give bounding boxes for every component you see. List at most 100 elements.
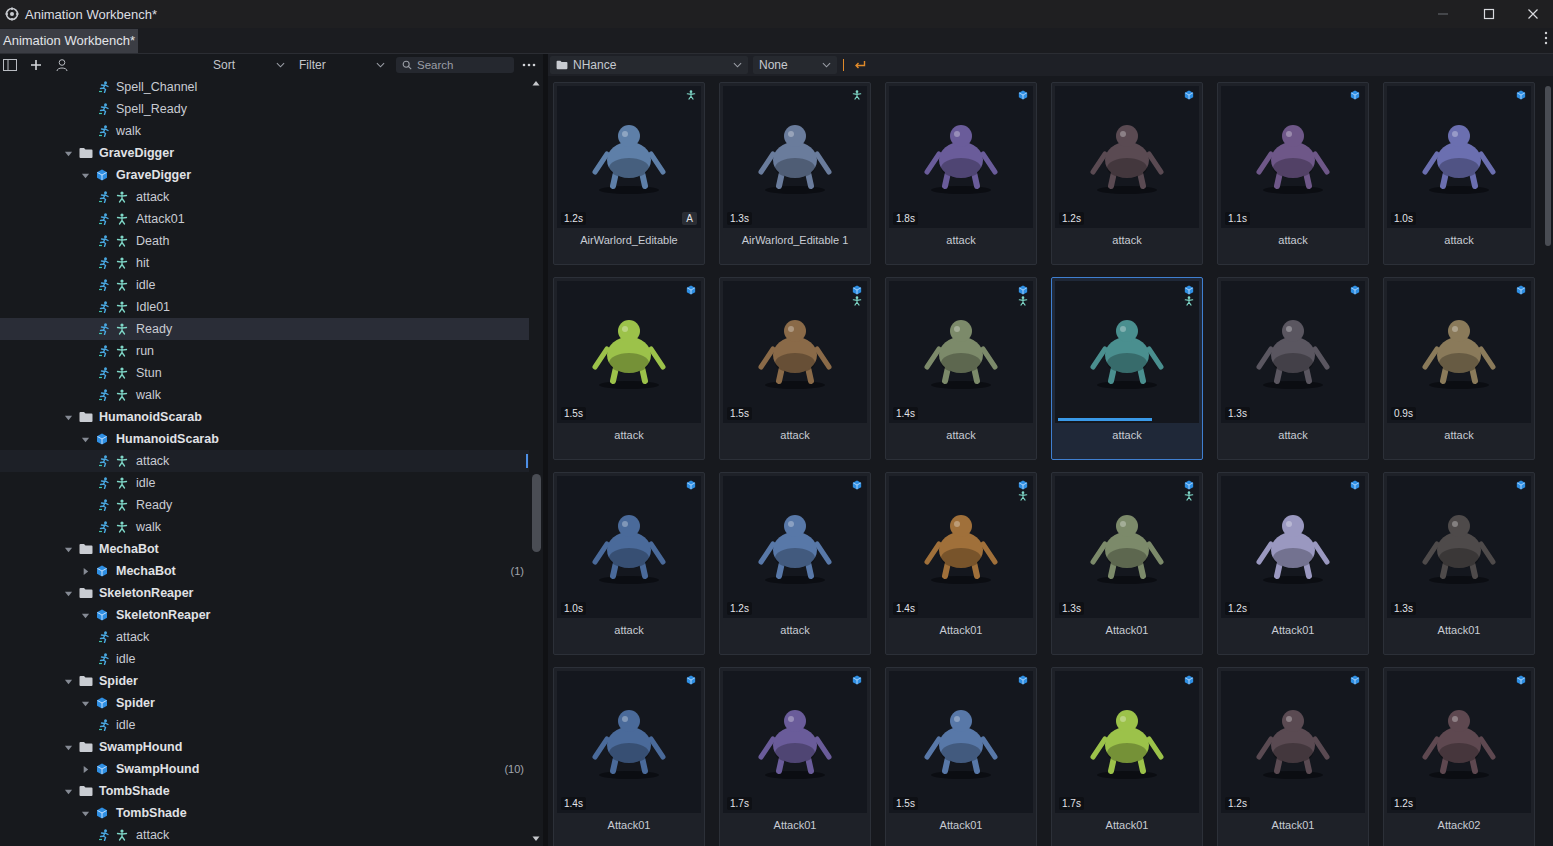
- tree-item[interactable]: Ready: [0, 318, 529, 340]
- creature-preview: [1387, 281, 1531, 423]
- animation-card[interactable]: 1.2sAttack01: [1217, 472, 1369, 655]
- animation-card[interactable]: 1.3sattack: [1217, 277, 1369, 460]
- scroll-thumb[interactable]: [1545, 86, 1551, 246]
- tree-item[interactable]: attack: [0, 450, 529, 472]
- tree-item[interactable]: MechaBot: [0, 538, 529, 560]
- tree-item[interactable]: idle: [0, 274, 529, 296]
- expand-caret-icon[interactable]: [64, 545, 73, 554]
- expand-caret-icon[interactable]: [81, 567, 90, 576]
- tree-item[interactable]: Stun: [0, 362, 529, 384]
- tree-item[interactable]: TombShade: [0, 780, 529, 802]
- tree-item[interactable]: Spider: [0, 670, 529, 692]
- tree-item[interactable]: idle: [0, 714, 529, 736]
- add-icon[interactable]: [29, 58, 43, 72]
- tree-item[interactable]: Ready: [0, 494, 529, 516]
- tree-item[interactable]: walk: [0, 384, 529, 406]
- more-options-icon[interactable]: [1544, 31, 1548, 45]
- filter-dropdown[interactable]: Filter: [291, 56, 391, 74]
- tree-item[interactable]: hit: [0, 252, 529, 274]
- playback-progress: [1058, 418, 1196, 421]
- animation-card[interactable]: 1.5sattack: [553, 277, 705, 460]
- tree-item[interactable]: Idle01: [0, 296, 529, 318]
- tree-item[interactable]: Spider: [0, 692, 529, 714]
- animation-card[interactable]: 1.8sattack: [885, 82, 1037, 265]
- animation-card[interactable]: 1.2sAttack01: [1217, 667, 1369, 846]
- animation-card[interactable]: 1.1sattack: [1217, 82, 1369, 265]
- tree-item[interactable]: attack: [0, 626, 529, 648]
- expand-caret-icon[interactable]: [81, 171, 90, 180]
- animation-card[interactable]: 1.3sAirWarlord_Editable 1: [719, 82, 871, 265]
- expand-caret-icon[interactable]: [64, 787, 73, 796]
- tree-item[interactable]: GraveDigger: [0, 142, 529, 164]
- sort-dropdown[interactable]: Sort: [205, 56, 291, 74]
- search-field[interactable]: Search: [396, 57, 514, 73]
- user-icon[interactable]: [55, 58, 69, 72]
- tree-item[interactable]: Spell_Channel: [0, 76, 529, 98]
- creature-preview: [723, 671, 867, 813]
- expand-caret-icon[interactable]: [81, 435, 90, 444]
- tree-item[interactable]: SkeletonReaper: [0, 582, 529, 604]
- tree-item[interactable]: TombShade: [0, 802, 529, 824]
- type-filter-dropdown[interactable]: None: [753, 56, 837, 74]
- scroll-down-icon[interactable]: [532, 836, 540, 842]
- minimize-button[interactable]: [1420, 0, 1466, 28]
- animation-card[interactable]: 1.4sAttack01: [885, 472, 1037, 655]
- expand-caret-icon[interactable]: [64, 677, 73, 686]
- expand-caret-icon[interactable]: [64, 149, 73, 158]
- animation-card[interactable]: 1.2sattack: [1051, 82, 1203, 265]
- grid-scrollbar[interactable]: [1545, 76, 1553, 846]
- animation-card[interactable]: 1.0sattack: [553, 472, 705, 655]
- folder-dropdown[interactable]: NHance: [550, 56, 748, 74]
- tree-item[interactable]: HumanoidScarab: [0, 406, 529, 428]
- animation-card[interactable]: 1.4sattack: [885, 277, 1037, 460]
- animation-card[interactable]: 1.3sAttack01: [1051, 472, 1203, 655]
- tree-scrollbar[interactable]: [529, 76, 543, 846]
- tree-item[interactable]: Death: [0, 230, 529, 252]
- animation-card[interactable]: 1.7sAttack01: [1051, 667, 1203, 846]
- animation-card[interactable]: 1.4sAttack01: [553, 667, 705, 846]
- animation-name: AirWarlord_Editable 1: [723, 228, 867, 246]
- more-button[interactable]: [514, 63, 543, 67]
- animation-card[interactable]: 1.2sattack: [719, 472, 871, 655]
- animation-card[interactable]: 1.7sAttack01: [719, 667, 871, 846]
- tree-item[interactable]: SwampHound: [0, 736, 529, 758]
- animation-card[interactable]: 0.9sattack: [1383, 277, 1535, 460]
- expand-caret-icon[interactable]: [81, 699, 90, 708]
- close-button[interactable]: [1512, 0, 1553, 28]
- expand-caret-icon[interactable]: [81, 809, 90, 818]
- tree-item[interactable]: run: [0, 340, 529, 362]
- toggle-panel-icon[interactable]: [3, 58, 17, 72]
- animation-card[interactable]: 1.5sAttack01: [885, 667, 1037, 846]
- scroll-up-icon[interactable]: [532, 80, 540, 86]
- expand-caret-icon[interactable]: [81, 765, 90, 774]
- animation-card[interactable]: 1.0sattack: [1383, 82, 1535, 265]
- return-arrow-icon[interactable]: [854, 60, 866, 70]
- expand-caret-icon[interactable]: [64, 413, 73, 422]
- tree-item[interactable]: GraveDigger: [0, 164, 529, 186]
- expand-caret-icon[interactable]: [81, 611, 90, 620]
- tree-item[interactable]: HumanoidScarab: [0, 428, 529, 450]
- tree-item[interactable]: attack: [0, 824, 529, 846]
- tree-item[interactable]: walk: [0, 120, 529, 142]
- expand-caret-icon[interactable]: [64, 589, 73, 598]
- animation-card[interactable]: 1.2sAAirWarlord_Editable: [553, 82, 705, 265]
- animation-card[interactable]: 1.3sAttack01: [1383, 472, 1535, 655]
- tree-item[interactable]: idle: [0, 648, 529, 670]
- tree-item[interactable]: attack: [0, 186, 529, 208]
- tab[interactable]: Animation Workbench*: [0, 29, 138, 53]
- scroll-thumb[interactable]: [532, 474, 541, 552]
- tree-item[interactable]: Attack01: [0, 208, 529, 230]
- skeleton-icon: [116, 521, 128, 533]
- tree-item[interactable]: idle: [0, 472, 529, 494]
- tree-item[interactable]: walk: [0, 516, 529, 538]
- tree-item[interactable]: SwampHound(10): [0, 758, 529, 780]
- tree-item[interactable]: MechaBot(1): [0, 560, 529, 582]
- tree-item[interactable]: Spell_Ready: [0, 98, 529, 120]
- tree-item[interactable]: SkeletonReaper: [0, 604, 529, 626]
- animation-card[interactable]: attack: [1051, 277, 1203, 460]
- expand-caret-icon[interactable]: [64, 743, 73, 752]
- animation-card[interactable]: 1.2sAttack02: [1383, 667, 1535, 846]
- maximize-button[interactable]: [1466, 0, 1512, 28]
- folder-icon: [79, 411, 93, 423]
- animation-card[interactable]: 1.5sattack: [719, 277, 871, 460]
